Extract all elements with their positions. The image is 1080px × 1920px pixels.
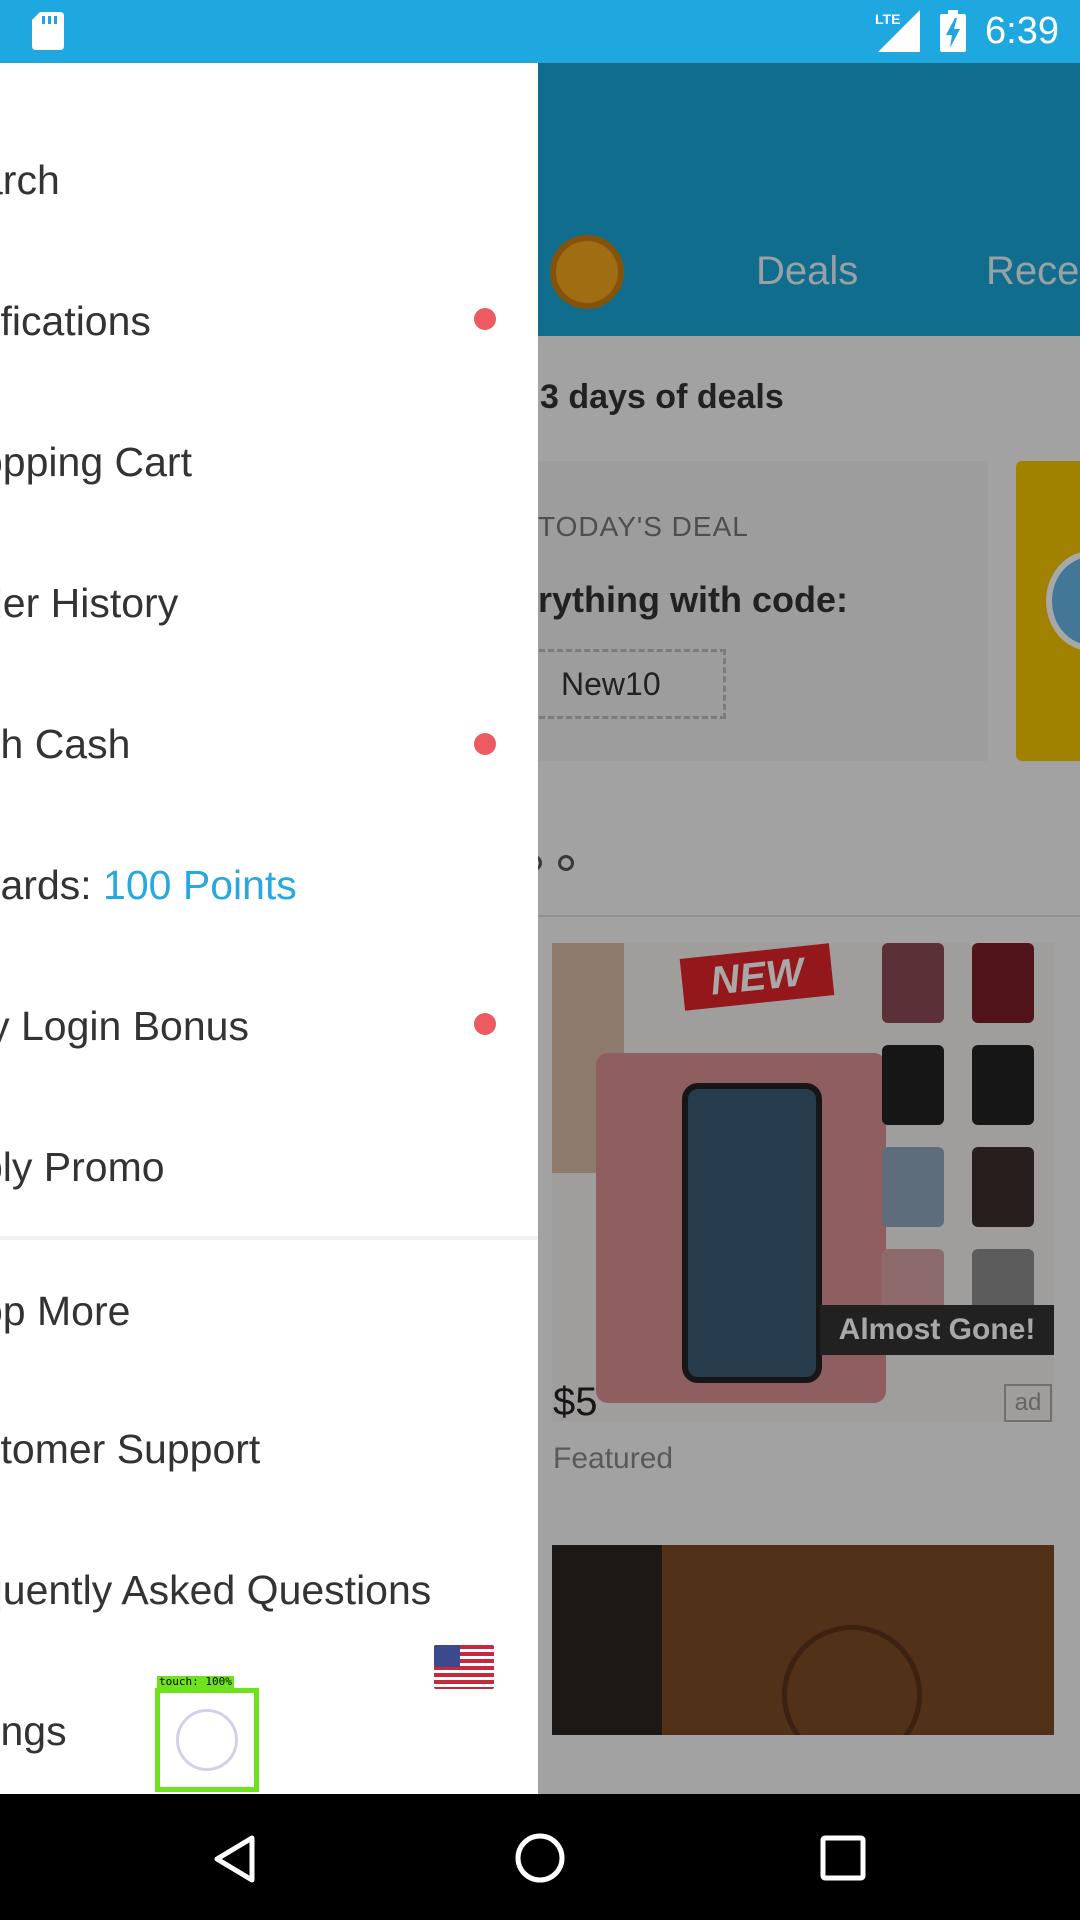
menu-label: op More (0, 1288, 131, 1334)
menu-label: arch (0, 157, 60, 203)
menu-item-notifications[interactable]: tifications (0, 251, 538, 392)
recents-icon[interactable] (820, 1835, 866, 1881)
menu-label: der History (0, 580, 179, 626)
lte-signal-icon: LTE (875, 10, 920, 52)
menu-label: opping Cart (0, 439, 192, 485)
menu-item-rewards[interactable]: vards: 100 Points (0, 815, 538, 956)
flag-stripe (434, 1673, 494, 1677)
menu-label: sh Cash (0, 721, 131, 767)
menu-item-customer-support[interactable]: stomer Support (0, 1381, 538, 1522)
notification-dot (474, 308, 496, 330)
menu-label: vards: 100 Points (0, 860, 297, 910)
menu-label: quently Asked Questions (0, 1567, 432, 1613)
menu-item-daily-login-bonus[interactable]: ly Login Bonus (0, 956, 538, 1097)
menu-label: stomer Support (0, 1426, 261, 1472)
menu-item-faq[interactable]: quently Asked Questions (0, 1522, 538, 1663)
flag-canton (434, 1645, 460, 1667)
navigation-drawer: arch tifications opping Cart der History… (0, 63, 538, 1794)
menu-item-shop-more[interactable]: op More (0, 1240, 538, 1381)
touch-indicator-label: touch: 100% (157, 1675, 234, 1688)
menu-item-shopping-cart[interactable]: opping Cart (0, 392, 538, 533)
flag-stripe (434, 1680, 494, 1684)
status-bar: LTE 6:39 (0, 0, 1080, 63)
battery-charging-icon (940, 10, 966, 52)
menu-item-wish-cash[interactable]: sh Cash (0, 674, 538, 815)
us-flag-icon[interactable] (434, 1645, 494, 1689)
rewards-points: 100 Points (103, 862, 297, 908)
back-icon[interactable] (212, 1834, 258, 1884)
menu-item-order-history[interactable]: der History (0, 533, 538, 674)
system-nav-bar (0, 1794, 1080, 1920)
menu-label: tifications (0, 298, 151, 344)
home-icon[interactable] (514, 1832, 566, 1884)
menu-item-search[interactable]: arch (0, 110, 538, 251)
notification-dot (474, 1013, 496, 1035)
rewards-label: vards: (0, 862, 92, 908)
sd-card-icon (32, 12, 64, 50)
menu-label: tings (0, 1708, 67, 1754)
menu-item-apply-promo[interactable]: ply Promo (0, 1097, 538, 1238)
svg-text:LTE: LTE (875, 11, 900, 27)
clock: 6:39 (985, 10, 1059, 52)
menu-label: ply Promo (0, 1144, 165, 1190)
notification-dot (474, 733, 496, 755)
flag-stripe (434, 1687, 494, 1689)
touch-point-icon (176, 1709, 238, 1771)
menu-label: ly Login Bonus (0, 1003, 249, 1049)
